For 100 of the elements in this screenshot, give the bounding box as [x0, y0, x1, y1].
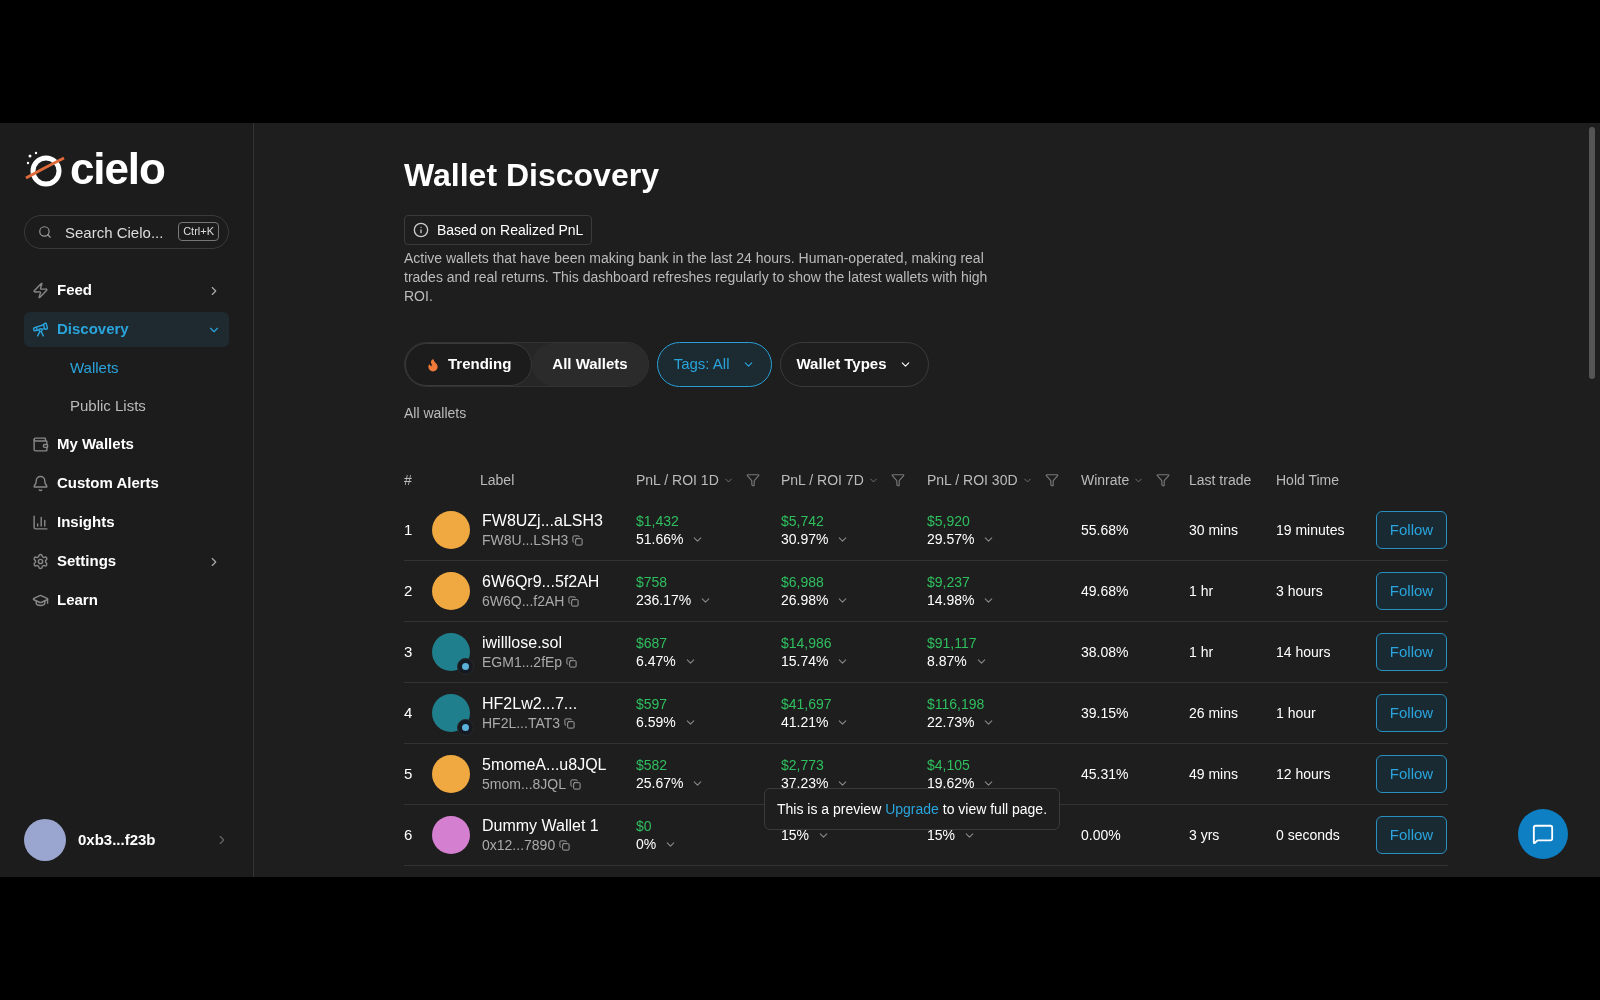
- logo-text: cielo: [70, 147, 165, 191]
- page-title: Wallet Discovery: [404, 159, 660, 191]
- nav-subitem[interactable]: Wallets: [24, 351, 229, 385]
- pnl-amount: $597: [636, 695, 668, 713]
- pnl-amount: $116,198: [927, 695, 985, 713]
- roi-value: 236.17%: [636, 591, 692, 609]
- last-trade-cell-text: 1 hr: [1189, 642, 1215, 662]
- rank-cell-text: 4: [404, 702, 414, 723]
- cap-icon: [32, 592, 49, 609]
- hold-time-cell-text: 12 hours: [1276, 764, 1332, 784]
- info-icon: [413, 222, 429, 238]
- pnl-amount: $41,697: [781, 695, 832, 713]
- column-header[interactable]: PnL / ROI 7D: [781, 469, 864, 491]
- wallet-name[interactable]: Dummy Wallet 1: [482, 816, 599, 836]
- filter-icon[interactable]: [890, 473, 905, 487]
- description-text: Active wallets that have been making bank in the last 24 hours. Human-operated, making real trades and real returns. This dashboard refreshes regularly to show the latest wallets with high ROI.: [404, 249, 989, 306]
- wallet-name[interactable]: 6W6Qr9...5f2AH: [482, 572, 600, 592]
- winrate-cell-text: 39.15%: [1081, 703, 1130, 723]
- pnl-amount: $758: [636, 573, 668, 591]
- pnl-amount: $14,986: [781, 634, 832, 652]
- nav-item[interactable]: Learn: [24, 583, 229, 618]
- nav-subitem[interactable]: Public Lists: [24, 389, 229, 423]
- chat-icon: [1532, 823, 1554, 845]
- copy-icon[interactable]: [572, 534, 584, 546]
- filter-icon[interactable]: [745, 473, 760, 487]
- nav-item[interactable]: Feed: [24, 273, 229, 308]
- rank-cell-text: 5: [404, 763, 414, 784]
- wallet-name[interactable]: FW8UZj...aLSH3: [482, 511, 603, 531]
- roi-value: 30.97%: [781, 530, 829, 548]
- winrate-cell-text: 55.68%: [1081, 520, 1130, 540]
- wallet-address: 5mom...8JQL: [482, 775, 567, 793]
- rank-cell-text: 6: [404, 824, 414, 845]
- upgrade-link[interactable]: Upgrade: [885, 800, 939, 817]
- roi-value: 15%: [927, 826, 956, 844]
- segment-tab[interactable]: Trending: [405, 343, 533, 386]
- filter-icon[interactable]: [1044, 473, 1059, 487]
- column-header[interactable]: PnL / ROI 30D: [927, 469, 1018, 491]
- chat-button[interactable]: [1518, 809, 1568, 859]
- pnl-amount: $582: [636, 756, 668, 774]
- flame-icon: [426, 357, 440, 372]
- pnl-amount: $9,237: [927, 573, 970, 591]
- copy-icon[interactable]: [559, 839, 571, 851]
- last-trade-cell-text: 30 mins: [1189, 520, 1240, 540]
- wallet-icon: [32, 436, 49, 453]
- copy-icon[interactable]: [570, 778, 582, 790]
- pnl-amount: $4,105: [927, 756, 970, 774]
- account-name[interactable]: 0xb3...f23b: [78, 828, 203, 852]
- roi-value: 0%: [636, 835, 657, 853]
- wallet-address: HF2L...TAT3: [482, 714, 561, 732]
- roi-value: 22.73%: [927, 713, 975, 731]
- hold-time-cell-text: 0 seconds: [1276, 825, 1341, 845]
- bell-icon: [32, 475, 49, 492]
- copy-icon[interactable]: [564, 717, 576, 729]
- rank-cell-text: 3: [404, 641, 414, 662]
- section-caption: All wallets: [404, 404, 467, 423]
- follow-button[interactable]: Follow: [1376, 572, 1447, 610]
- wallet-name[interactable]: iwilllose.sol: [482, 633, 578, 653]
- roi-value: 26.98%: [781, 591, 829, 609]
- copy-icon[interactable]: [568, 595, 580, 607]
- pnl-amount: $2,773: [781, 756, 824, 774]
- bar-chart-icon: [32, 514, 49, 531]
- filter-icon[interactable]: [1156, 473, 1171, 487]
- rank-cell-text: 2: [404, 580, 414, 601]
- nav-item[interactable]: Discovery: [24, 312, 229, 347]
- filter-dropdown[interactable]: Tags: All: [656, 342, 772, 387]
- last-trade-cell-text: 1 hr: [1189, 581, 1215, 601]
- segment-tab[interactable]: All Wallets: [532, 343, 648, 386]
- wallet-name[interactable]: 5momeA...u8JQL: [482, 755, 607, 775]
- nav-item[interactable]: Custom Alerts: [24, 466, 229, 501]
- wallet-address: 0x12...7890: [482, 836, 556, 854]
- roi-value: 29.57%: [927, 530, 975, 548]
- roi-value: 6.47%: [636, 652, 676, 670]
- wallet-name[interactable]: HF2Lw2...7...: [482, 694, 578, 714]
- follow-button[interactable]: Follow: [1376, 755, 1447, 793]
- roi-value: 6.59%: [636, 713, 676, 731]
- scrollbar[interactable]: [1589, 127, 1595, 379]
- follow-button[interactable]: Follow: [1376, 694, 1447, 732]
- copy-icon[interactable]: [566, 656, 578, 668]
- follow-button[interactable]: Follow: [1376, 511, 1447, 549]
- pnl-amount: $1,432: [636, 512, 679, 530]
- roi-value: 37.23%: [781, 774, 829, 792]
- column-header[interactable]: Winrate: [1081, 469, 1130, 491]
- telescope-icon: [32, 321, 49, 338]
- hold-time-cell-text: 14 hours: [1276, 642, 1332, 662]
- roi-value: 41.21%: [781, 713, 829, 731]
- follow-button[interactable]: Follow: [1376, 633, 1447, 671]
- column-header[interactable]: PnL / ROI 1D: [636, 469, 719, 491]
- pnl-amount: $91,117: [927, 634, 977, 652]
- nav-item[interactable]: Insights: [24, 505, 229, 540]
- wallet-address: FW8U...LSH3: [482, 531, 569, 549]
- nav-item[interactable]: My Wallets: [24, 427, 229, 462]
- pnl-amount: $687: [636, 634, 668, 652]
- nav-item[interactable]: Settings: [24, 544, 229, 579]
- pnl-amount: $0: [636, 817, 652, 835]
- follow-button[interactable]: Follow: [1376, 816, 1447, 854]
- pnl-amount: $6,988: [781, 573, 824, 591]
- rank-cell-text: 1: [404, 519, 414, 540]
- info-badge: Based on Realized PnL: [404, 215, 593, 245]
- column-header: #: [404, 470, 412, 490]
- column-header: Last trade: [1189, 470, 1252, 490]
